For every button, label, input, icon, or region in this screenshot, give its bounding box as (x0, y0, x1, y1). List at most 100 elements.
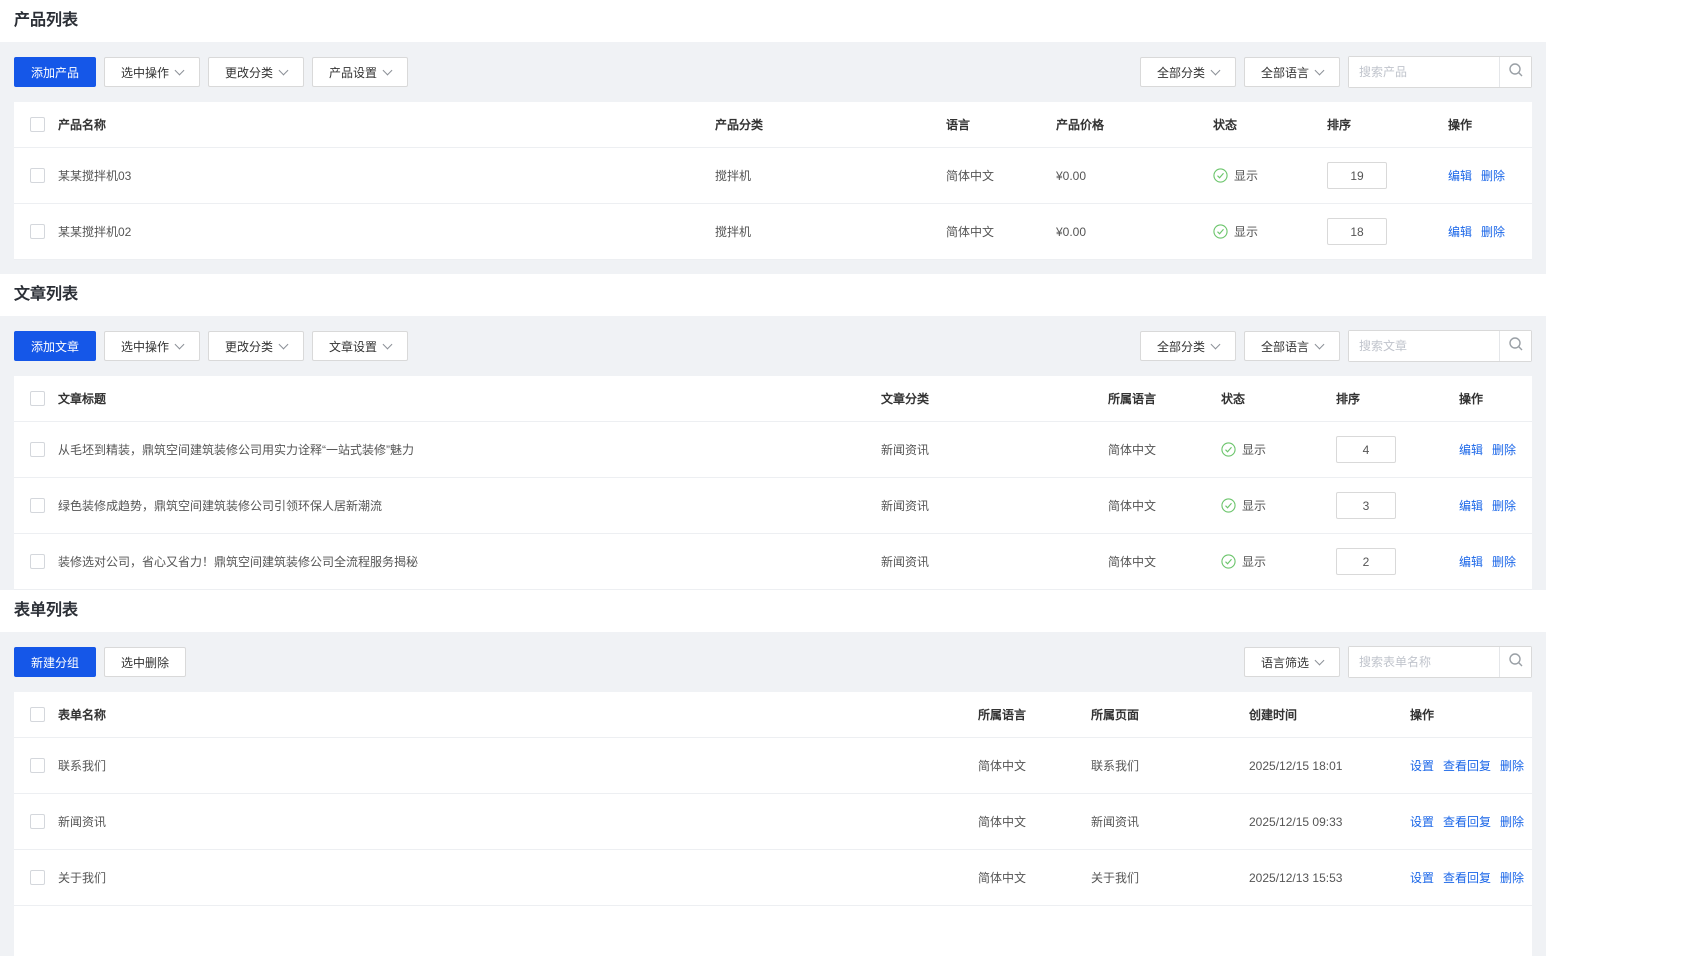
article-language: 简体中文 (1108, 441, 1221, 458)
form-page: 新闻资讯 (1091, 813, 1249, 830)
edit-link[interactable]: 编辑 (1459, 441, 1483, 458)
article-search-button[interactable] (1499, 331, 1531, 361)
article-search-input[interactable] (1349, 331, 1499, 361)
select-all-checkbox[interactable] (30, 391, 45, 406)
article-language: 简体中文 (1108, 553, 1221, 570)
form-language: 简体中文 (978, 757, 1091, 774)
table-row: 关于我们 简体中文 关于我们 2025/12/13 15:53 设置 查看回复 … (14, 850, 1532, 906)
new-group-button[interactable]: 新建分组 (14, 647, 96, 677)
add-product-button[interactable]: 添加产品 (14, 57, 96, 87)
delete-link[interactable]: 删除 (1481, 223, 1505, 240)
edit-link[interactable]: 编辑 (1448, 223, 1472, 240)
row-checkbox[interactable] (30, 168, 45, 183)
row-checkbox[interactable] (30, 224, 45, 239)
col-language: 所属语言 (1108, 390, 1221, 407)
chevron-down-icon (383, 65, 393, 75)
chevron-down-icon (175, 65, 185, 75)
products-table-header: 产品名称 产品分类 语言 产品价格 状态 排序 操作 (14, 102, 1532, 148)
select-all-checkbox[interactable] (30, 707, 45, 722)
view-replies-link[interactable]: 查看回复 (1443, 813, 1491, 830)
col-sort: 排序 (1336, 390, 1459, 407)
view-replies-link[interactable]: 查看回复 (1443, 869, 1491, 886)
table-row: 从毛坯到精装，鼎筑空间建筑装修公司用实力诠释“一站式装修”魅力 新闻资讯 简体中… (14, 422, 1532, 478)
forms-table-header: 表单名称 所属语言 所属页面 创建时间 操作 (14, 692, 1532, 738)
delete-link[interactable]: 删除 (1492, 497, 1516, 514)
form-created: 2025/12/15 09:33 (1249, 815, 1410, 829)
sort-input[interactable] (1336, 436, 1396, 463)
settings-link[interactable]: 设置 (1410, 757, 1434, 774)
product-language: 简体中文 (946, 167, 1056, 184)
row-checkbox[interactable] (30, 554, 45, 569)
delete-link[interactable]: 删除 (1492, 553, 1516, 570)
edit-link[interactable]: 编辑 (1459, 497, 1483, 514)
article-change-category-dropdown[interactable]: 更改分类 (208, 331, 304, 361)
add-article-button[interactable]: 添加文章 (14, 331, 96, 361)
product-search-input[interactable] (1349, 57, 1499, 87)
col-actions: 操作 (1448, 116, 1532, 133)
sort-input[interactable] (1327, 218, 1387, 245)
sort-input[interactable] (1336, 492, 1396, 519)
delete-selected-button[interactable]: 选中删除 (104, 647, 186, 677)
delete-link[interactable]: 删除 (1481, 167, 1505, 184)
product-settings-dropdown[interactable]: 产品设置 (312, 57, 408, 87)
delete-link[interactable]: 删除 (1492, 441, 1516, 458)
delete-link[interactable]: 删除 (1500, 757, 1524, 774)
row-checkbox[interactable] (30, 498, 45, 513)
product-category: 搅拌机 (715, 223, 946, 240)
table-row: 装修选对公司，省心又省力！鼎筑空间建筑装修公司全流程服务揭秘 新闻资讯 简体中文… (14, 534, 1532, 590)
col-language: 语言 (946, 116, 1056, 133)
col-form-name: 表单名称 (58, 706, 978, 723)
article-category: 新闻资讯 (881, 553, 1108, 570)
article-filter-category-dropdown[interactable]: 全部分类 (1140, 331, 1236, 361)
products-table: 产品名称 产品分类 语言 产品价格 状态 排序 操作 某某搅拌机03 搅拌机 简… (14, 102, 1532, 260)
form-name: 联系我们 (58, 757, 978, 774)
col-actions: 操作 (1410, 706, 1532, 723)
select-all-checkbox[interactable] (30, 117, 45, 132)
chevron-down-icon (1211, 65, 1221, 75)
col-language: 所属语言 (978, 706, 1091, 723)
product-language: 简体中文 (946, 223, 1056, 240)
product-filter-category-dropdown[interactable]: 全部分类 (1140, 57, 1236, 87)
col-article-title: 文章标题 (58, 390, 881, 407)
form-search-button[interactable] (1499, 647, 1531, 677)
article-language: 简体中文 (1108, 497, 1221, 514)
row-checkbox[interactable] (30, 814, 45, 829)
settings-link[interactable]: 设置 (1410, 869, 1434, 886)
col-sort: 排序 (1327, 116, 1448, 133)
edit-link[interactable]: 编辑 (1448, 167, 1472, 184)
articles-table: 文章标题 文章分类 所属语言 状态 排序 操作 从毛坯到精装，鼎筑空间建筑装修公… (14, 376, 1532, 590)
forms-toolbar: 新建分组 选中删除 语言筛选 (14, 646, 1532, 678)
status-text: 显示 (1242, 441, 1266, 458)
col-status: 状态 (1221, 390, 1336, 407)
row-checkbox[interactable] (30, 758, 45, 773)
delete-link[interactable]: 删除 (1500, 869, 1524, 886)
article-settings-dropdown[interactable]: 文章设置 (312, 331, 408, 361)
status-visible-icon (1221, 554, 1236, 569)
status-visible-icon (1221, 442, 1236, 457)
col-actions: 操作 (1459, 390, 1532, 407)
article-category: 新闻资讯 (881, 497, 1108, 514)
form-filter-language-dropdown[interactable]: 语言筛选 (1244, 647, 1340, 677)
article-filter-language-dropdown[interactable]: 全部语言 (1244, 331, 1340, 361)
product-change-category-dropdown[interactable]: 更改分类 (208, 57, 304, 87)
product-change-category-label: 更改分类 (225, 64, 273, 81)
article-bulk-action-dropdown[interactable]: 选中操作 (104, 331, 200, 361)
article-bulk-action-label: 选中操作 (121, 338, 169, 355)
table-row: 新闻资讯 简体中文 新闻资讯 2025/12/15 09:33 设置 查看回复 … (14, 794, 1532, 850)
chevron-down-icon (1211, 339, 1221, 349)
form-search-input[interactable] (1349, 647, 1499, 677)
product-bulk-action-dropdown[interactable]: 选中操作 (104, 57, 200, 87)
settings-link[interactable]: 设置 (1410, 813, 1434, 830)
edit-link[interactable]: 编辑 (1459, 553, 1483, 570)
view-replies-link[interactable]: 查看回复 (1443, 757, 1491, 774)
row-checkbox[interactable] (30, 870, 45, 885)
product-filter-language-dropdown[interactable]: 全部语言 (1244, 57, 1340, 87)
row-checkbox[interactable] (30, 442, 45, 457)
product-search-button[interactable] (1499, 57, 1531, 87)
search-icon (1508, 652, 1524, 673)
chevron-down-icon (279, 339, 289, 349)
sort-input[interactable] (1327, 162, 1387, 189)
sort-input[interactable] (1336, 548, 1396, 575)
article-filter-category-label: 全部分类 (1157, 338, 1205, 355)
delete-link[interactable]: 删除 (1500, 813, 1524, 830)
